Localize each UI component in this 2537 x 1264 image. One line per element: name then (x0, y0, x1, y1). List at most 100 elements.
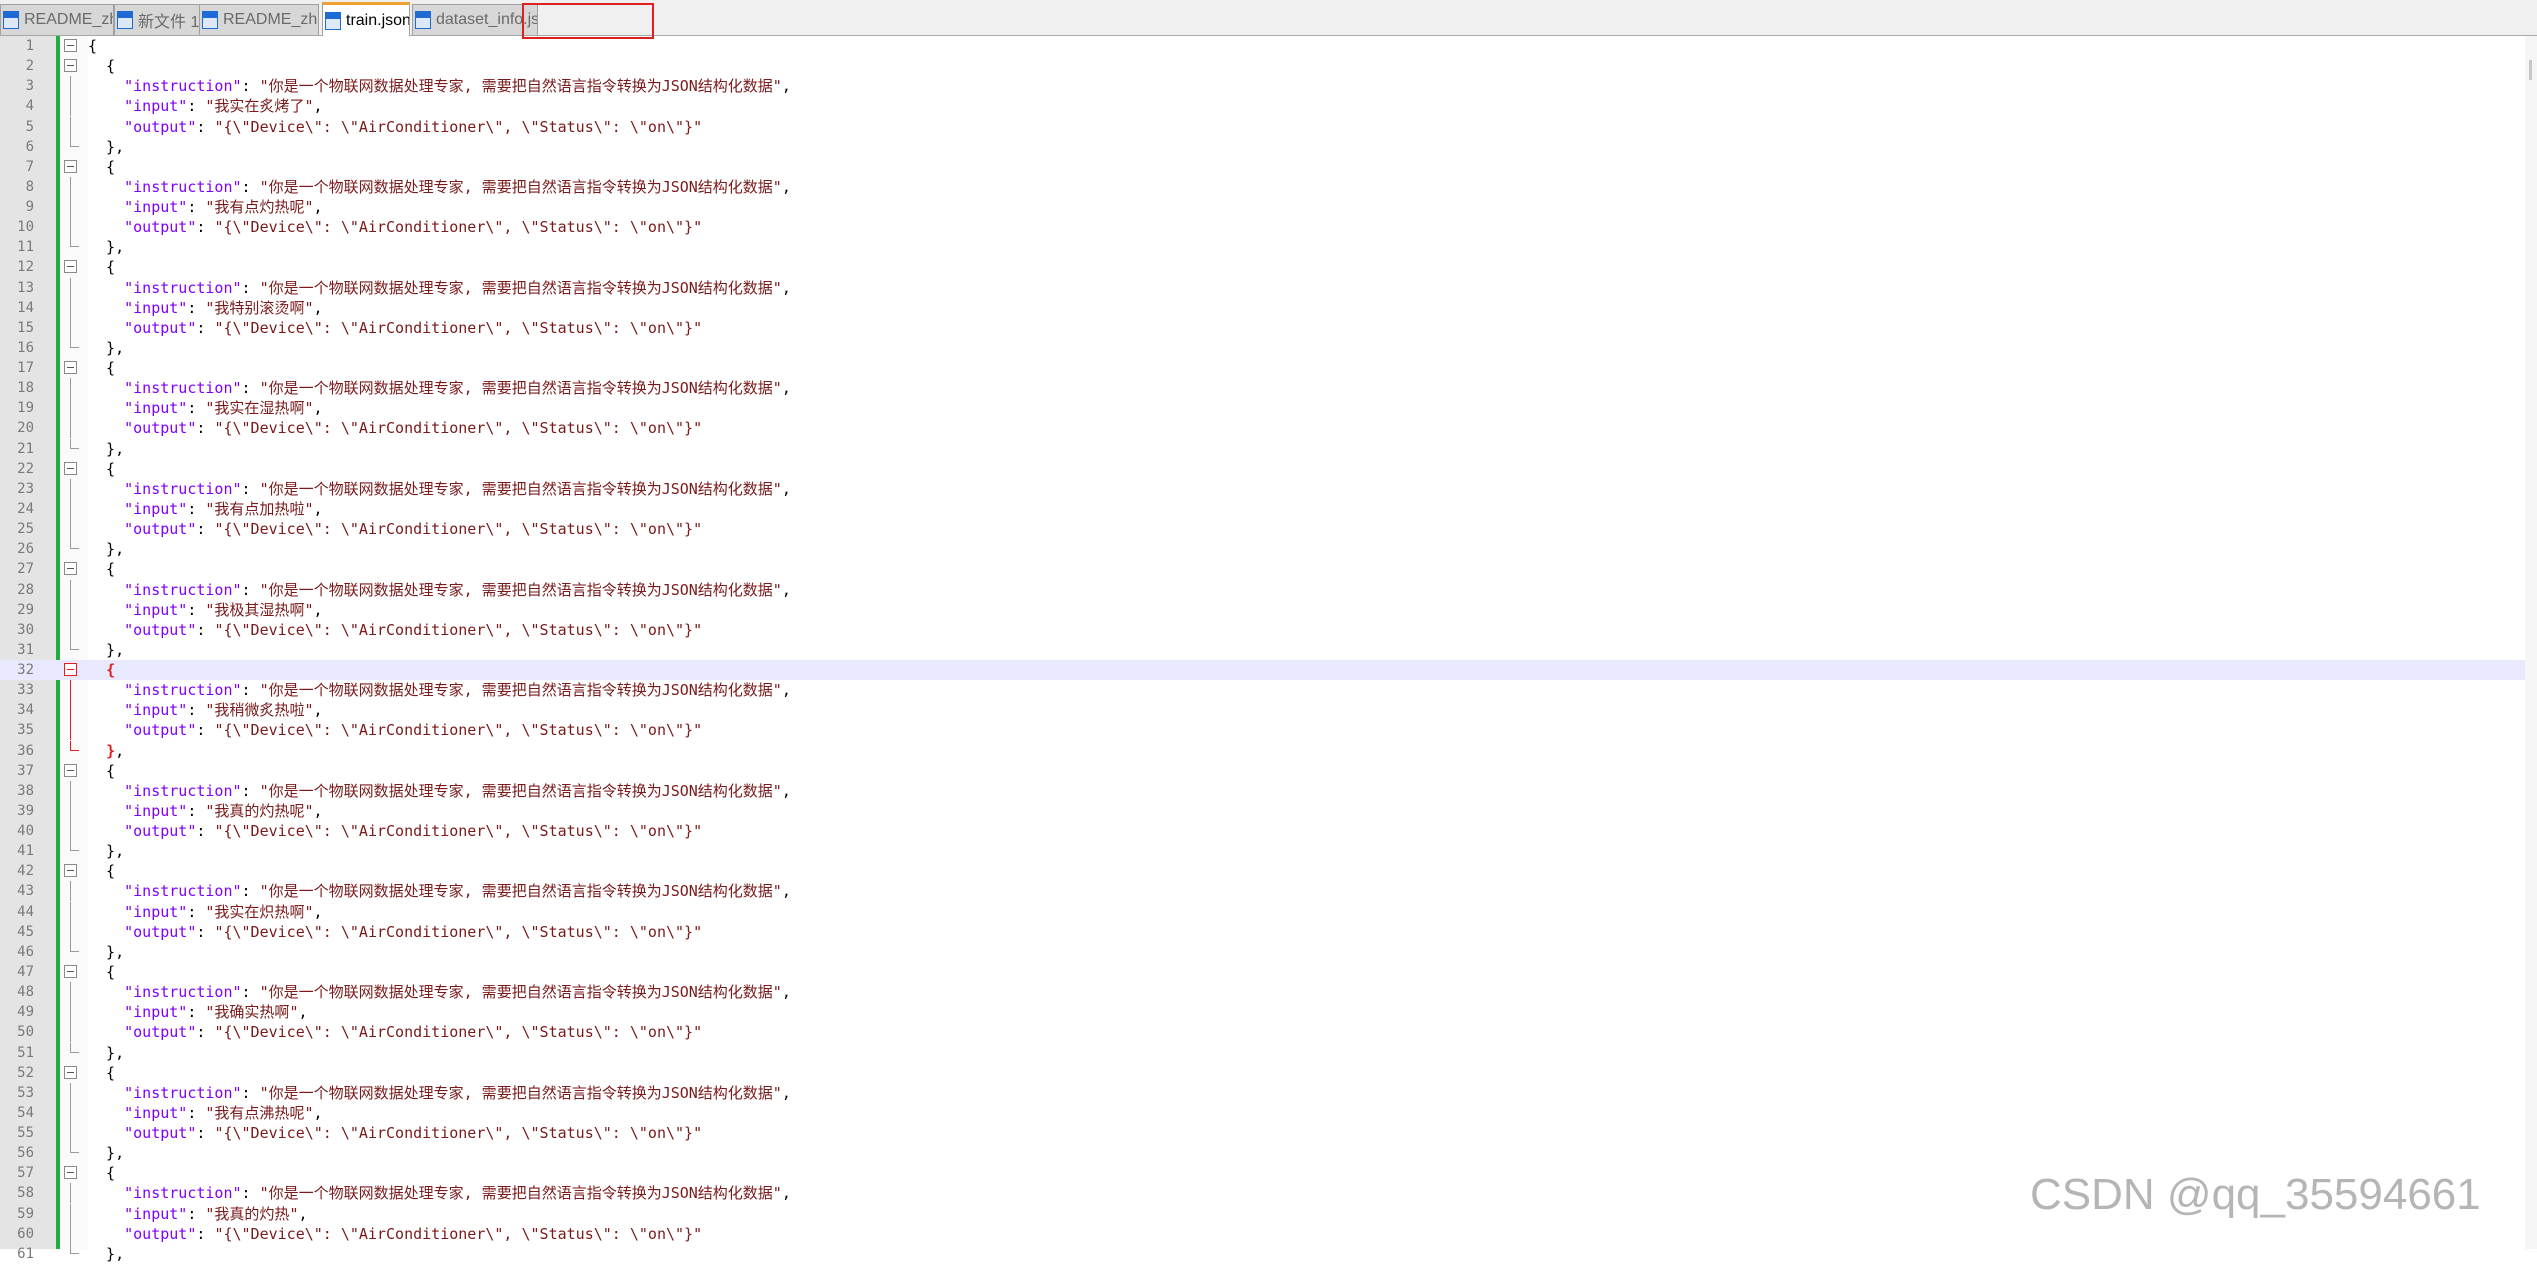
code-line[interactable]: 8 "instruction": "你是一个物联网数据处理专家, 需要把自然语言… (0, 176, 2537, 197)
line-number: 9 (25, 199, 34, 216)
fold-guide-line (70, 599, 71, 620)
line-text: }, (88, 942, 124, 962)
code-line[interactable]: 28 "instruction": "你是一个物联网数据处理专家, 需要把自然语… (0, 579, 2537, 600)
code-line[interactable]: 9 "input": "我有点灼热呢", (0, 197, 2537, 218)
code-line[interactable]: 32 { (0, 660, 2537, 681)
json-punctuation: : (196, 419, 215, 438)
code-line[interactable]: 37 { (0, 761, 2537, 781)
code-line[interactable]: 7 { (0, 157, 2537, 177)
json-string: "我稍微炙热啦" (205, 701, 314, 720)
code-line[interactable]: 30 "output": "{\"Device\": \"AirConditio… (0, 619, 2537, 640)
json-punctuation: { (88, 359, 116, 378)
code-line[interactable]: 41 }, (0, 841, 2537, 861)
code-line[interactable]: 10 "output": "{\"Device\": \"AirConditio… (0, 217, 2537, 238)
fold-toggle-icon[interactable] (64, 964, 77, 978)
tab-0[interactable]: README_zh.md (0, 4, 114, 35)
fold-guide-line (70, 498, 71, 519)
code-line[interactable]: 38 "instruction": "你是一个物联网数据处理专家, 需要把自然语… (0, 780, 2537, 801)
code-line[interactable]: 18 "instruction": "你是一个物联网数据处理专家, 需要把自然语… (0, 378, 2537, 399)
code-line[interactable]: 35 "output": "{\"Device\": \"AirConditio… (0, 720, 2537, 741)
scrollbar-thumb[interactable] (2529, 60, 2532, 80)
code-line[interactable]: 31 }, (0, 639, 2537, 660)
tab-1[interactable]: 新文件 1 (114, 4, 201, 35)
code-line[interactable]: 11 }, (0, 237, 2537, 257)
code-line[interactable]: 5 "output": "{\"Device\": \"AirCondition… (0, 116, 2537, 137)
code-line[interactable]: 33 "instruction": "你是一个物联网数据处理专家, 需要把自然语… (0, 680, 2537, 701)
code-line[interactable]: 13 "instruction": "你是一个物联网数据处理专家, 需要把自然语… (0, 277, 2537, 298)
code-line[interactable]: 22 { (0, 459, 2537, 479)
json-punctuation (88, 742, 106, 760)
json-string: "你是一个物联网数据处理专家, 需要把自然语言指令转换为JSON结构化数据" (259, 983, 782, 1002)
line-number: 8 (25, 178, 34, 195)
code-line[interactable]: 23 "instruction": "你是一个物联网数据处理专家, 需要把自然语… (0, 478, 2537, 499)
fold-toggle-icon[interactable] (64, 461, 77, 475)
fold-toggle-icon[interactable] (64, 663, 77, 677)
fold-guide-line (70, 700, 71, 721)
line-number: 28 (17, 581, 34, 598)
line-text: "input": "我极其湿热啊", (88, 600, 322, 620)
code-line[interactable]: 26 }, (0, 539, 2537, 559)
code-line[interactable]: 52 { (0, 1063, 2537, 1083)
line-text: "output": "{\"Device\": \"AirConditioner… (88, 418, 702, 438)
code-line[interactable]: 39 "input": "我真的灼热呢", (0, 800, 2537, 821)
code-line[interactable]: 27 { (0, 559, 2537, 579)
json-punctuation: : (241, 882, 260, 901)
json-punctuation: : (187, 902, 206, 921)
code-line[interactable]: 34 "input": "我稍微炙热啦", (0, 700, 2537, 721)
code-line[interactable]: 47 { (0, 962, 2537, 982)
fold-toggle-icon[interactable] (64, 39, 77, 52)
fold-toggle-icon[interactable] (64, 59, 77, 73)
code-line[interactable]: 6 }, (0, 136, 2537, 157)
code-editor[interactable]: 1{2 {3 "instruction": "你是一个物联网数据处理专家, 需要… (0, 36, 2537, 1263)
code-line[interactable]: 19 "input": "我实在湿热啊", (0, 398, 2537, 419)
line-text: "input": "我实在湿热啊", (88, 398, 322, 418)
code-line[interactable]: 15 "output": "{\"Device\": \"AirConditio… (0, 317, 2537, 338)
code-line[interactable]: 1{ (0, 36, 2537, 56)
code-line[interactable]: 53 "instruction": "你是一个物联网数据处理专家, 需要把自然语… (0, 1082, 2537, 1103)
code-line[interactable]: 48 "instruction": "你是一个物联网数据处理专家, 需要把自然语… (0, 982, 2537, 1003)
fold-toggle-icon[interactable] (64, 1166, 77, 1180)
code-line[interactable]: 4 "input": "我实在炙烤了", (0, 96, 2537, 117)
code-line[interactable]: 40 "output": "{\"Device\": \"AirConditio… (0, 821, 2537, 842)
tab-3[interactable]: train.json✳ (322, 2, 410, 36)
fold-toggle-icon[interactable] (64, 562, 77, 576)
vertical-scrollbar[interactable] (2525, 36, 2537, 1249)
code-line[interactable]: 29 "input": "我极其湿热啊", (0, 599, 2537, 620)
code-line[interactable]: 36 }, (0, 740, 2537, 761)
code-line[interactable]: 16 }, (0, 337, 2537, 358)
fold-toggle-icon[interactable] (64, 361, 77, 375)
code-line[interactable]: 49 "input": "我确实热啊", (0, 1002, 2537, 1023)
code-line[interactable]: 3 "instruction": "你是一个物联网数据处理专家, 需要把自然语言… (0, 76, 2537, 97)
code-line[interactable]: 55 "output": "{\"Device\": \"AirConditio… (0, 1123, 2537, 1144)
code-line[interactable]: 60 "output": "{\"Device\": \"AirConditio… (0, 1223, 2537, 1244)
fold-guide-line (70, 418, 71, 439)
code-line[interactable]: 12 { (0, 257, 2537, 277)
json-punctuation: , (313, 298, 323, 317)
code-line[interactable]: 24 "input": "我有点加热啦", (0, 498, 2537, 519)
code-line[interactable]: 56 }, (0, 1143, 2537, 1163)
code-line[interactable]: 20 "output": "{\"Device\": \"AirConditio… (0, 418, 2537, 439)
code-line[interactable]: 17 { (0, 358, 2537, 378)
code-line[interactable]: 46 }, (0, 941, 2537, 962)
fold-toggle-icon[interactable] (64, 260, 77, 274)
code-line[interactable]: 21 }, (0, 438, 2537, 459)
fold-toggle-icon[interactable] (64, 864, 77, 878)
code-line[interactable]: 25 "output": "{\"Device\": \"AirConditio… (0, 519, 2537, 540)
json-punctuation: , (781, 479, 791, 498)
tab-2[interactable]: README_zh.md (199, 4, 319, 35)
fold-toggle-icon[interactable] (64, 159, 77, 173)
fold-toggle-icon[interactable] (64, 763, 77, 777)
code-line[interactable]: 54 "input": "我有点沸热呢", (0, 1102, 2537, 1123)
fold-toggle-icon[interactable] (64, 1065, 77, 1079)
code-line[interactable]: 51 }, (0, 1042, 2537, 1063)
code-line[interactable]: 50 "output": "{\"Device\": \"AirConditio… (0, 1022, 2537, 1043)
code-line[interactable]: 2 { (0, 56, 2537, 76)
code-line[interactable]: 14 "input": "我特别滚烫啊", (0, 297, 2537, 318)
code-line[interactable]: 45 "output": "{\"Device\": \"AirConditio… (0, 921, 2537, 942)
code-line[interactable]: 43 "instruction": "你是一个物联网数据处理专家, 需要把自然语… (0, 881, 2537, 902)
code-line[interactable]: 44 "input": "我实在炽热啊", (0, 901, 2537, 922)
json-punctuation (88, 97, 124, 115)
code-line[interactable]: 61 }, (0, 1243, 2537, 1264)
tab-4[interactable]: dataset_info.json (412, 4, 538, 35)
code-line[interactable]: 42 { (0, 861, 2537, 881)
